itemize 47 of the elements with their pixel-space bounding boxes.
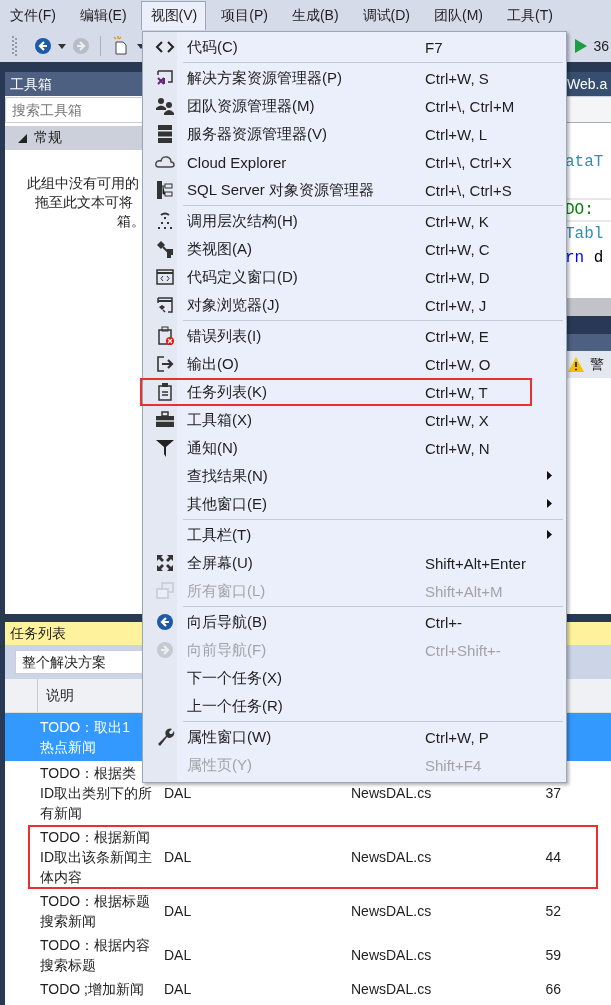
- shortcut-text: Ctrl+W, O: [425, 355, 491, 373]
- table-cell-text: NewsDAL.cs: [351, 981, 433, 997]
- shortcut-text: Shift+Alt+Enter: [425, 554, 526, 572]
- shortcut-text: Ctrl+W, S: [425, 69, 489, 87]
- shortcut-text: Ctrl+W, N: [425, 439, 490, 457]
- shortcut-text: Ctrl+W, P: [425, 728, 489, 746]
- table-cell-text: NewsDAL.cs: [351, 785, 433, 801]
- table-cell-text: TODO：根据标题 搜索新闻: [40, 892, 152, 931]
- table-cell-text: TODO ;增加新闻: [40, 980, 145, 999]
- code-text: d: [592, 249, 604, 267]
- toolbar-text: 36: [593, 38, 609, 54]
- shortcut-text: Shift+F4: [425, 756, 482, 774]
- table-cell-text: DAL: [164, 785, 193, 801]
- table-cell-text: DAL: [164, 981, 193, 997]
- shortcut-text: Ctrl+W, E: [425, 327, 489, 345]
- table-cell-text: DAL: [164, 849, 193, 865]
- table-cell-text: NewsDAL.cs: [351, 849, 433, 865]
- shortcut-text: F7: [425, 38, 443, 56]
- shortcut-text: Ctrl+W, C: [425, 240, 490, 258]
- table-cell-text: TODO：根据内容 搜索标题: [40, 936, 152, 975]
- table-cell-text: 44: [544, 849, 561, 865]
- code-text: ataT: [565, 153, 604, 171]
- shortcut-text: Ctrl+\, Ctrl+S: [425, 181, 512, 199]
- table-cell-text: TODO：根据类 ID取出类别下的所 有新闻: [40, 764, 153, 823]
- shortcut-text: Ctrl+W, J: [425, 296, 487, 314]
- shortcut-text: Ctrl+W, D: [425, 268, 490, 286]
- shortcut-text: Ctrl+W, T: [425, 383, 488, 401]
- empty-message: 此组中没有可用的 拖至此文本可将 箱。: [26, 174, 146, 231]
- table-cell-text: NewsDAL.cs: [351, 903, 433, 919]
- table-cell-text: 66: [544, 981, 561, 997]
- shortcut-text: Ctrl+\, Ctrl+M: [425, 97, 515, 115]
- table-cell-text: DAL: [164, 947, 193, 963]
- code-text: rn: [565, 249, 585, 267]
- shortcut-text: Shift+Alt+M: [425, 582, 503, 600]
- table-cell-text: 52: [544, 903, 561, 919]
- group-label: 常规: [34, 129, 62, 147]
- table-cell-text: 37: [544, 785, 561, 801]
- table-cell-text: TODO：根据新闻 ID取出该条新闻主 体内容: [40, 828, 153, 887]
- table-cell-text: NewsDAL.cs: [351, 947, 433, 963]
- table-cell-text: TODO：取出1 热点新闻: [40, 718, 131, 757]
- shortcut-text: Ctrl+W, X: [425, 411, 489, 429]
- table-cell-text: DAL: [164, 903, 193, 919]
- shortcut-text: Ctrl+W, K: [425, 212, 489, 230]
- shortcut-text: Ctrl+W, L: [425, 125, 488, 143]
- table-cell-text: 59: [544, 947, 561, 963]
- shortcut-text: Ctrl+\, Ctrl+X: [425, 153, 512, 171]
- code-text: Tabl: [565, 225, 604, 243]
